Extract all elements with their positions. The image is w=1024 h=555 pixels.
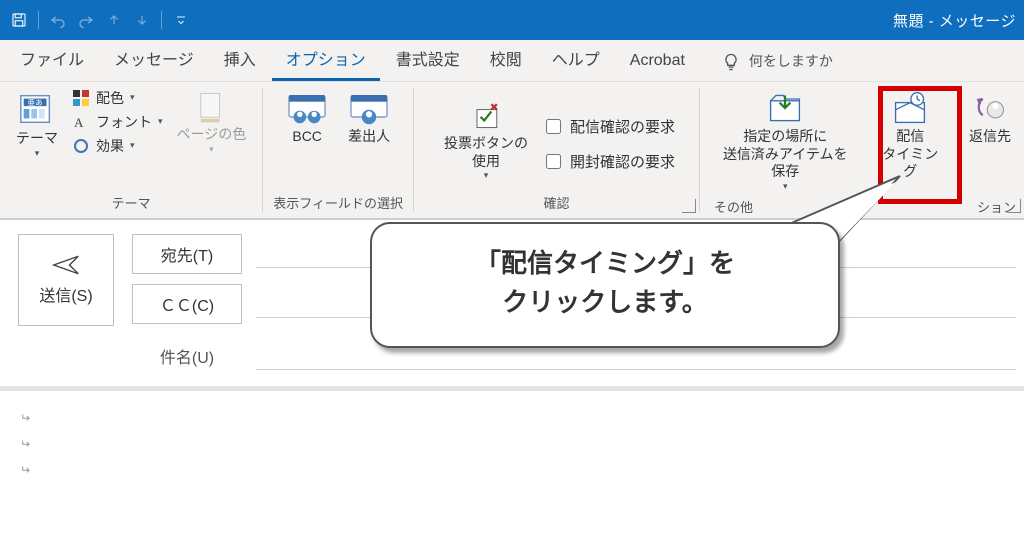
qat-customize-button[interactable] — [168, 7, 194, 33]
undo-button[interactable] — [45, 7, 71, 33]
read-receipt-checkbox[interactable]: 開封確認の要求 — [542, 151, 675, 172]
paragraph-mark — [20, 431, 1004, 457]
cc-button[interactable]: ＣＣ(C) — [132, 284, 242, 324]
from-label: 差出人 — [348, 128, 390, 146]
save-sent-icon — [764, 90, 806, 126]
direct-replies-label: 返信先 — [969, 128, 1011, 146]
page-color-button[interactable]: ページの色 ▾ — [171, 88, 253, 157]
group-show-fields: BCC 差出人 表示フィールドの選択 — [263, 82, 413, 218]
chevron-down-icon: ▾ — [158, 116, 163, 127]
from-button[interactable]: 差出人 — [342, 88, 396, 148]
fonts-icon: A — [72, 113, 90, 131]
title-bar: 無題 - メッセージ — [0, 0, 1024, 40]
callout-line1: 「配信タイミング」を — [400, 244, 810, 283]
voting-label: 投票ボタンの 使用 — [444, 135, 528, 170]
themes-button[interactable]: 亜あ テーマ ▾ — [10, 88, 64, 161]
bcc-icon — [287, 90, 327, 126]
page-color-label: ページの色 — [177, 126, 247, 144]
chevron-down-icon: ▾ — [130, 92, 135, 103]
tell-me-label: 何をしますか — [749, 51, 833, 71]
fonts-label: フォント — [96, 112, 152, 132]
tab-format[interactable]: 書式設定 — [382, 36, 474, 81]
group-more-options: 指定の場所に 送信済みアイテムを保存 ▾ 配信 タイミング — [700, 82, 1024, 218]
bcc-button[interactable]: BCC — [280, 88, 334, 148]
page-color-icon — [194, 90, 228, 124]
themes-button-label: テーマ — [16, 130, 58, 148]
paragraph-mark — [20, 405, 1004, 431]
from-icon — [349, 90, 389, 126]
colors-button[interactable]: 配色 ▾ — [72, 88, 163, 108]
read-receipt-input[interactable] — [546, 154, 561, 169]
group-themes: 亜あ テーマ ▾ 配色 ▾ A — [0, 82, 262, 218]
effects-icon — [72, 137, 90, 155]
message-body[interactable] — [0, 397, 1024, 491]
chevron-down-icon: ▾ — [35, 148, 40, 159]
group-show-fields-label: 表示フィールドの選択 — [273, 190, 403, 216]
voting-buttons-button[interactable]: 投票ボタンの 使用 ▾ — [438, 95, 534, 183]
svg-text:A: A — [74, 115, 84, 130]
to-button[interactable]: 宛先(T) — [132, 234, 242, 274]
group-themes-label: テーマ — [112, 190, 151, 216]
svg-text:亜あ: 亜あ — [28, 98, 43, 107]
save-button[interactable] — [6, 7, 32, 33]
send-label: 送信(S) — [39, 282, 92, 306]
to-label: 宛先(T) — [161, 242, 213, 266]
quick-access-toolbar — [6, 7, 194, 33]
paragraph-mark — [20, 457, 1004, 483]
chevron-down-icon: ▾ — [783, 181, 788, 192]
send-button[interactable]: 送信(S) — [18, 234, 114, 326]
more-options-dialog-launcher[interactable] — [1007, 199, 1021, 213]
save-sent-label: 指定の場所に 送信済みアイテムを保存 — [716, 128, 854, 181]
tab-options[interactable]: オプション — [272, 36, 380, 81]
direct-replies-to-button[interactable]: 返信先 — [960, 88, 1020, 148]
tab-review[interactable]: 校閲 — [476, 36, 536, 81]
effects-label: 効果 — [96, 136, 124, 156]
direct-replies-icon — [969, 90, 1011, 126]
group-tracking: 投票ボタンの 使用 ▾ 配信確認の要求 開封確認の要求 確認 — [414, 82, 699, 218]
previous-item-button[interactable] — [101, 7, 127, 33]
delivery-receipt-input[interactable] — [546, 119, 561, 134]
send-icon — [52, 254, 80, 276]
effects-button[interactable]: 効果 ▾ — [72, 136, 163, 156]
instruction-callout: 「配信タイミング」を クリックします。 — [370, 222, 840, 348]
chevron-down-icon: ▾ — [484, 170, 489, 181]
delay-delivery-icon — [889, 90, 931, 126]
ribbon: 亜あ テーマ ▾ 配色 ▾ A — [0, 82, 1024, 220]
colors-label: 配色 — [96, 88, 124, 108]
voting-icon — [467, 97, 505, 133]
tab-acrobat[interactable]: Acrobat — [616, 42, 699, 81]
callout-line2: クリックします。 — [400, 283, 810, 322]
group-tracking-label: 確認 — [544, 190, 570, 216]
colors-icon — [72, 89, 90, 107]
tab-insert[interactable]: 挿入 — [210, 36, 270, 81]
delay-delivery-button[interactable]: 配信 タイミング — [872, 88, 948, 183]
tab-file[interactable]: ファイル — [6, 36, 98, 81]
bcc-label: BCC — [292, 128, 322, 146]
next-item-button[interactable] — [129, 7, 155, 33]
chevron-down-icon: ▾ — [209, 144, 214, 155]
save-sent-item-button[interactable]: 指定の場所に 送信済みアイテムを保存 ▾ — [710, 88, 860, 194]
header-body-separator — [0, 386, 1024, 391]
tab-message[interactable]: メッセージ — [100, 36, 208, 81]
subject-label: 件名(U) — [132, 344, 242, 368]
ribbon-tabs: ファイル メッセージ 挿入 オプション 書式設定 校閲 ヘルプ Acrobat … — [0, 40, 1024, 82]
fonts-button[interactable]: A フォント ▾ — [72, 112, 163, 132]
delivery-receipt-label: 配信確認の要求 — [570, 116, 675, 137]
themes-icon: 亜あ — [18, 90, 56, 128]
tab-help[interactable]: ヘルプ — [538, 36, 614, 81]
delay-delivery-label: 配信 タイミング — [878, 128, 942, 181]
delivery-receipt-checkbox[interactable]: 配信確認の要求 — [542, 116, 675, 137]
tell-me-search[interactable]: 何をしますか — [721, 51, 833, 81]
window-title: 無題 - メッセージ — [893, 10, 1016, 31]
chevron-down-icon: ▾ — [130, 140, 135, 151]
redo-button[interactable] — [73, 7, 99, 33]
lightbulb-icon — [721, 52, 741, 72]
read-receipt-label: 開封確認の要求 — [570, 151, 675, 172]
group-more-options-label-l: その他 — [714, 197, 753, 216]
cc-label: ＣＣ(C) — [160, 292, 214, 316]
tracking-dialog-launcher[interactable] — [682, 199, 696, 213]
